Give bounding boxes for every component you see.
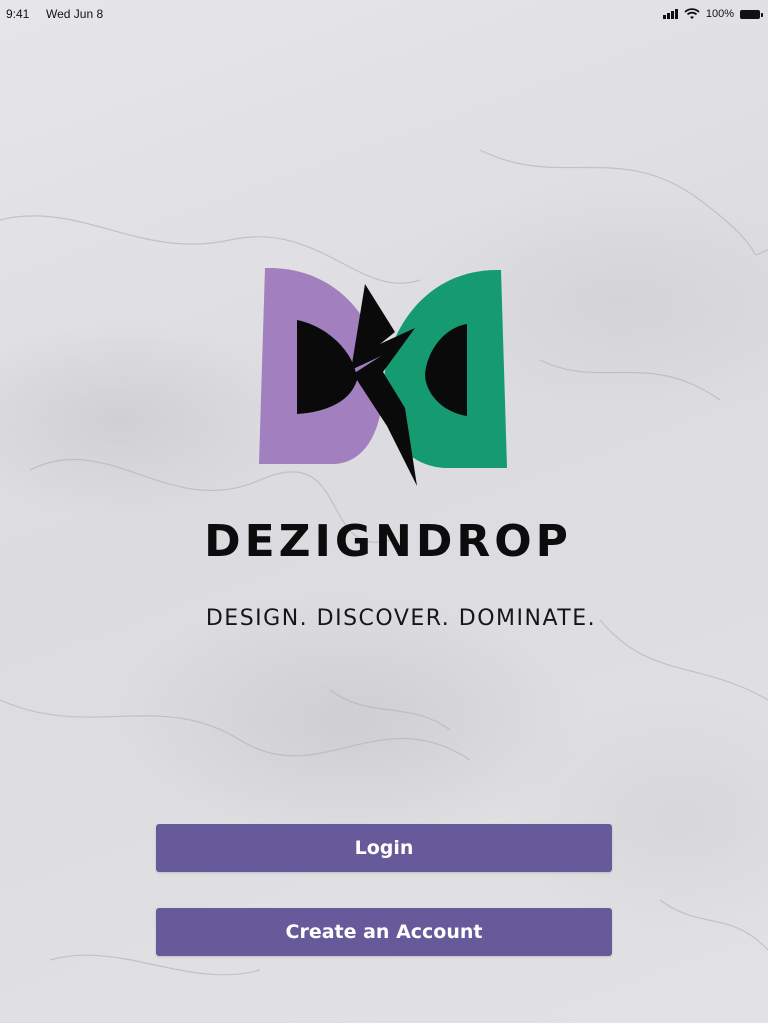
create-account-button[interactable]: Create an Account: [156, 908, 612, 956]
brand-name: DEZIGNDROP: [204, 516, 572, 567]
wifi-icon: [684, 8, 700, 19]
battery-icon: [740, 9, 763, 19]
battery-percentage: 100%: [705, 8, 734, 20]
brand-tagline: DESIGN. DISCOVER. DOMINATE.: [205, 606, 597, 631]
signal-icon: [662, 9, 678, 19]
status-time: 9:41: [6, 7, 30, 21]
status-bar: 9:41 Wed Jun 8 100%: [0, 0, 768, 26]
status-date: Wed Jun 8: [46, 7, 104, 21]
dezigndrop-logo: [259, 268, 507, 486]
status-indicators: 100%: [662, 8, 763, 20]
login-button[interactable]: Login: [156, 824, 612, 872]
